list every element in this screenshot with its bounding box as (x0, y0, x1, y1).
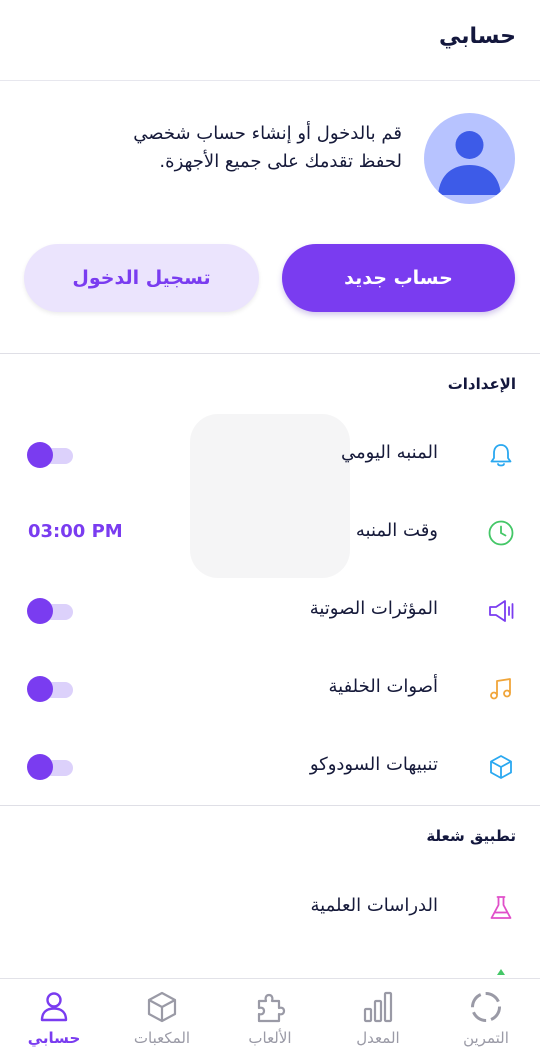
app-section-title: تطبيق شعلة (426, 827, 516, 845)
toggle-knob (27, 442, 53, 468)
sound-effects-toggle[interactable] (27, 598, 73, 624)
divider (0, 805, 540, 806)
nav-tab-cubes[interactable]: المكعبات (108, 979, 216, 1058)
nav-tab-account[interactable]: حسابي (0, 979, 108, 1058)
app-header: حسابي (0, 0, 540, 81)
login-prompt-line-1: قم بالدخول أو إنشاء حساب شخصي (133, 123, 402, 144)
nav-label: التمرين (463, 1029, 509, 1047)
nav-label: المعدل (356, 1029, 400, 1047)
toggle-knob (27, 754, 53, 780)
bar-chart-icon (363, 991, 393, 1023)
avatar[interactable] (424, 113, 515, 204)
alarm-time-value[interactable]: 03:00 PM (28, 521, 123, 542)
cube-icon (147, 991, 177, 1023)
setting-label: المؤثرات الصوتية (309, 598, 438, 619)
profile-section: قم بالدخول أو إنشاء حساب شخصي لحفظ تقدمك… (0, 80, 540, 353)
setting-label: وقت المنبه (355, 520, 438, 541)
nav-tab-training[interactable]: التمرين (432, 979, 540, 1058)
setting-label: المنبه اليومي (341, 442, 438, 463)
bell-icon (490, 444, 512, 467)
toggle-knob (27, 598, 53, 624)
setting-row-daily-alarm[interactable]: المنبه اليومي (0, 425, 540, 485)
app-item-label: الدراسات العلمية (310, 895, 438, 916)
puzzle-icon (257, 993, 286, 1023)
user-icon (40, 992, 68, 1022)
new-account-button[interactable]: حساب جديد (282, 244, 515, 312)
login-prompt: قم بالدخول أو إنشاء حساب شخصي لحفظ تقدمك… (32, 120, 402, 176)
setting-row-sudoku-alerts[interactable]: تنبيهات السودوكو (0, 737, 540, 797)
nav-label: حسابي (27, 1029, 81, 1047)
divider (0, 353, 540, 354)
background-sounds-toggle[interactable] (27, 676, 73, 702)
leaf-icon (497, 969, 505, 975)
login-prompt-line-2: لحفظ تقدمك على جميع الأجهزة. (159, 151, 402, 172)
login-button[interactable]: تسجيل الدخول (24, 244, 259, 312)
nav-tab-games[interactable]: الألعاب (216, 979, 324, 1058)
setting-row-sound-effects[interactable]: المؤثرات الصوتية (0, 581, 540, 641)
toggle-knob (27, 676, 53, 702)
settings-section-title: الإعدادات (447, 375, 516, 393)
page-title: حسابي (438, 24, 516, 49)
setting-label: تنبيهات السودوكو (309, 754, 438, 775)
user-avatar-icon (438, 131, 501, 195)
flask-icon (490, 896, 512, 919)
nav-label: الألعاب (248, 1029, 292, 1047)
daily-alarm-toggle[interactable] (27, 442, 73, 468)
setting-label: أصوات الخلفية (328, 676, 438, 697)
sudoku-alerts-toggle[interactable] (27, 754, 73, 780)
setting-row-background-sounds[interactable]: أصوات الخلفية (0, 659, 540, 719)
bottom-nav: حسابي المكعبات الألعاب المعدل التمرين (0, 978, 540, 1058)
nav-tab-stats[interactable]: المعدل (324, 979, 432, 1058)
music-note-icon (490, 678, 511, 700)
clock-icon (488, 520, 514, 546)
circle-dashed-icon (471, 992, 501, 1022)
speaker-icon (489, 600, 514, 622)
app-row-scientific-studies[interactable]: الدراسات العلمية (0, 878, 540, 938)
cube-icon (490, 755, 512, 779)
setting-row-alarm-time[interactable]: وقت المنبه 03:00 PM (0, 503, 540, 563)
nav-label: المكعبات (133, 1029, 191, 1047)
